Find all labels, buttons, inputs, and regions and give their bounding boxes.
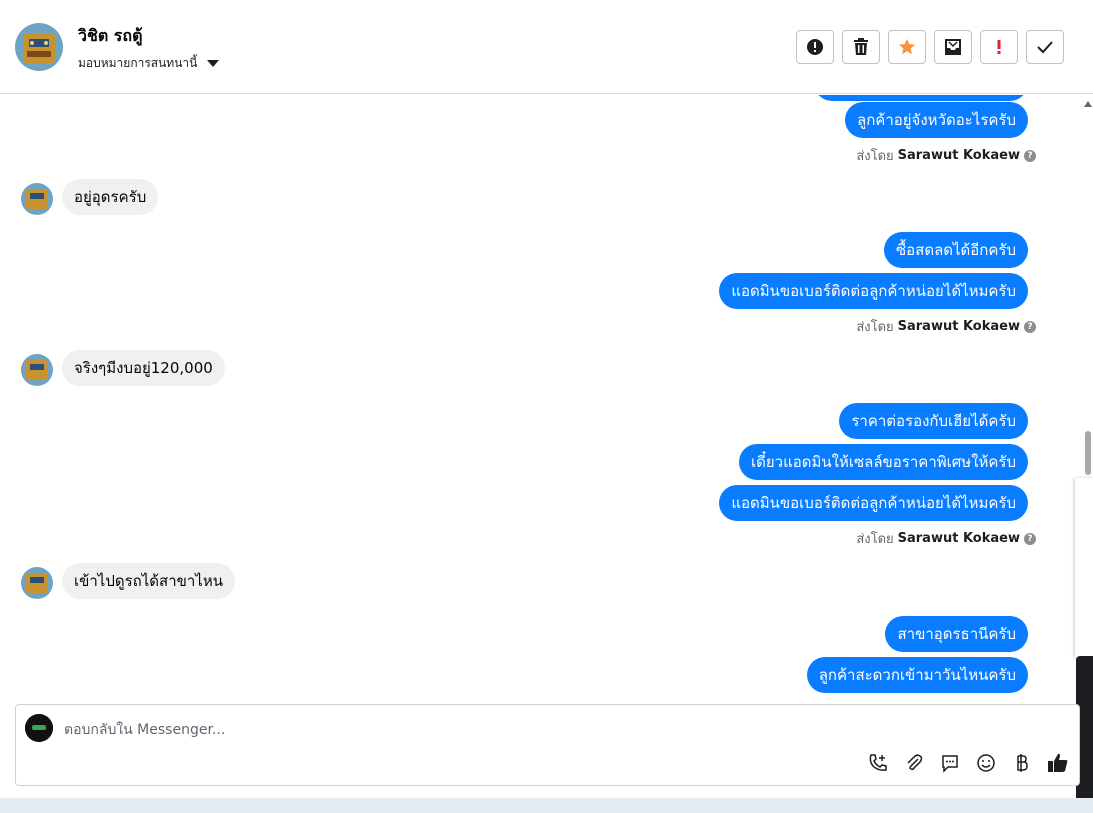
message-bubble-outgoing: ลูกค้าสะดวกเข้ามาวันไหนครับ <box>806 657 1028 693</box>
message-bubble-partial <box>814 95 1028 101</box>
star-icon <box>898 38 916 55</box>
scroll-up-arrow-icon[interactable] <box>1084 101 1092 107</box>
assign-label: มอบหมายการสนทนานี้ <box>78 56 198 70</box>
sent-by-line: ส่งโดย Sarawut Kokaew ? <box>856 316 1036 337</box>
move-to-inbox-button[interactable] <box>934 30 972 64</box>
message-bubble-outgoing: ลูกค้าอยู่จังหวัดอะไรครับ <box>845 102 1028 138</box>
sent-by-line: ส่งโดย Sarawut Kokaew ? <box>856 145 1036 166</box>
checkmark-icon <box>1037 41 1053 54</box>
sent-by-prefix: ส่งโดย <box>856 320 894 335</box>
baht-icon[interactable] <box>1011 752 1033 774</box>
message-bubble-incoming: จริงๆมีงบอยู่120,000 <box>62 350 225 386</box>
message-bubble-outgoing: แอดมินขอเบอร์ติดต่อลูกค้าหน่อยได้ไหมครับ <box>719 485 1028 521</box>
message-thread: ลูกค้าอยู่จังหวัดอะไรครับ ส่งโดย Sarawut… <box>0 95 1070 700</box>
assign-conversation-dropdown[interactable]: มอบหมายการสนทนานี้ <box>78 54 220 73</box>
message-bubble-incoming: เข้าไปดูรถได้สาขาไหน <box>62 563 235 599</box>
sent-by-prefix: ส่งโดย <box>856 532 894 547</box>
mark-important-icon <box>997 40 1001 54</box>
sender-name: Sarawut Kokaew <box>897 319 1020 334</box>
phone-add-icon[interactable] <box>867 752 889 774</box>
reply-composer: ตอบกลับใน Messenger... <box>15 704 1080 786</box>
star-button[interactable] <box>888 30 926 64</box>
message-bubble-outgoing: สาขาอุดรธานีครับ <box>885 616 1028 652</box>
conversation-header: วิชิต รถตู้ มอบหมายการสนทนานี้ <box>0 0 1093 94</box>
message-bubble-incoming: อยู่อุดรครับ <box>62 179 159 215</box>
sender-name: Sarawut Kokaew <box>897 148 1020 163</box>
trash-icon <box>854 38 868 55</box>
emoji-icon[interactable] <box>975 752 997 774</box>
mark-done-button[interactable] <box>1026 30 1064 64</box>
help-icon[interactable]: ? <box>1024 149 1036 162</box>
contact-name: วิชิต รถตู้ <box>78 26 143 45</box>
mark-important-button[interactable] <box>980 30 1018 64</box>
scroll-thumb[interactable] <box>1085 431 1091 475</box>
caret-down-icon <box>207 60 220 67</box>
sent-by-line: ส่งโดย Sarawut Kokaew ? <box>856 528 1036 549</box>
page-avatar <box>25 714 53 742</box>
message-bubble-outgoing: ราคาต่อรองกับเฮียได้ครับ <box>839 403 1028 439</box>
contact-avatar-small <box>21 354 53 386</box>
paperclip-icon[interactable] <box>903 752 925 774</box>
composer-toolbar <box>867 752 1069 774</box>
move-to-inbox-icon <box>945 39 961 55</box>
sender-name: Sarawut Kokaew <box>897 531 1020 546</box>
delete-button[interactable] <box>842 30 880 64</box>
contact-avatar-small <box>21 567 53 599</box>
thumbs-up-icon[interactable] <box>1047 752 1069 774</box>
sent-by-prefix: ส่งโดย <box>856 149 894 164</box>
side-popup-panel <box>1075 478 1093 658</box>
help-icon[interactable]: ? <box>1024 320 1036 333</box>
message-bubble-outgoing: เดี๋ยวแอดมินให้เซลล์ขอราคาพิเศษให้ครับ <box>739 444 1028 480</box>
contact-avatar-small <box>21 183 53 215</box>
report-icon <box>807 39 823 55</box>
message-bubble-outgoing: ซื้อสดลดได้อีกครับ <box>883 232 1028 268</box>
message-bubble-outgoing: แอดมินขอเบอร์ติดต่อลูกค้าหน่อยได้ไหมครับ <box>719 273 1028 309</box>
bottom-strip <box>0 798 1093 813</box>
reply-input[interactable]: ตอบกลับใน Messenger... <box>64 719 225 741</box>
report-button[interactable] <box>796 30 834 64</box>
chat-bubble-icon[interactable] <box>939 752 961 774</box>
contact-avatar[interactable] <box>15 23 63 71</box>
help-icon[interactable]: ? <box>1024 532 1036 545</box>
conversation-toolbar <box>796 30 1064 64</box>
